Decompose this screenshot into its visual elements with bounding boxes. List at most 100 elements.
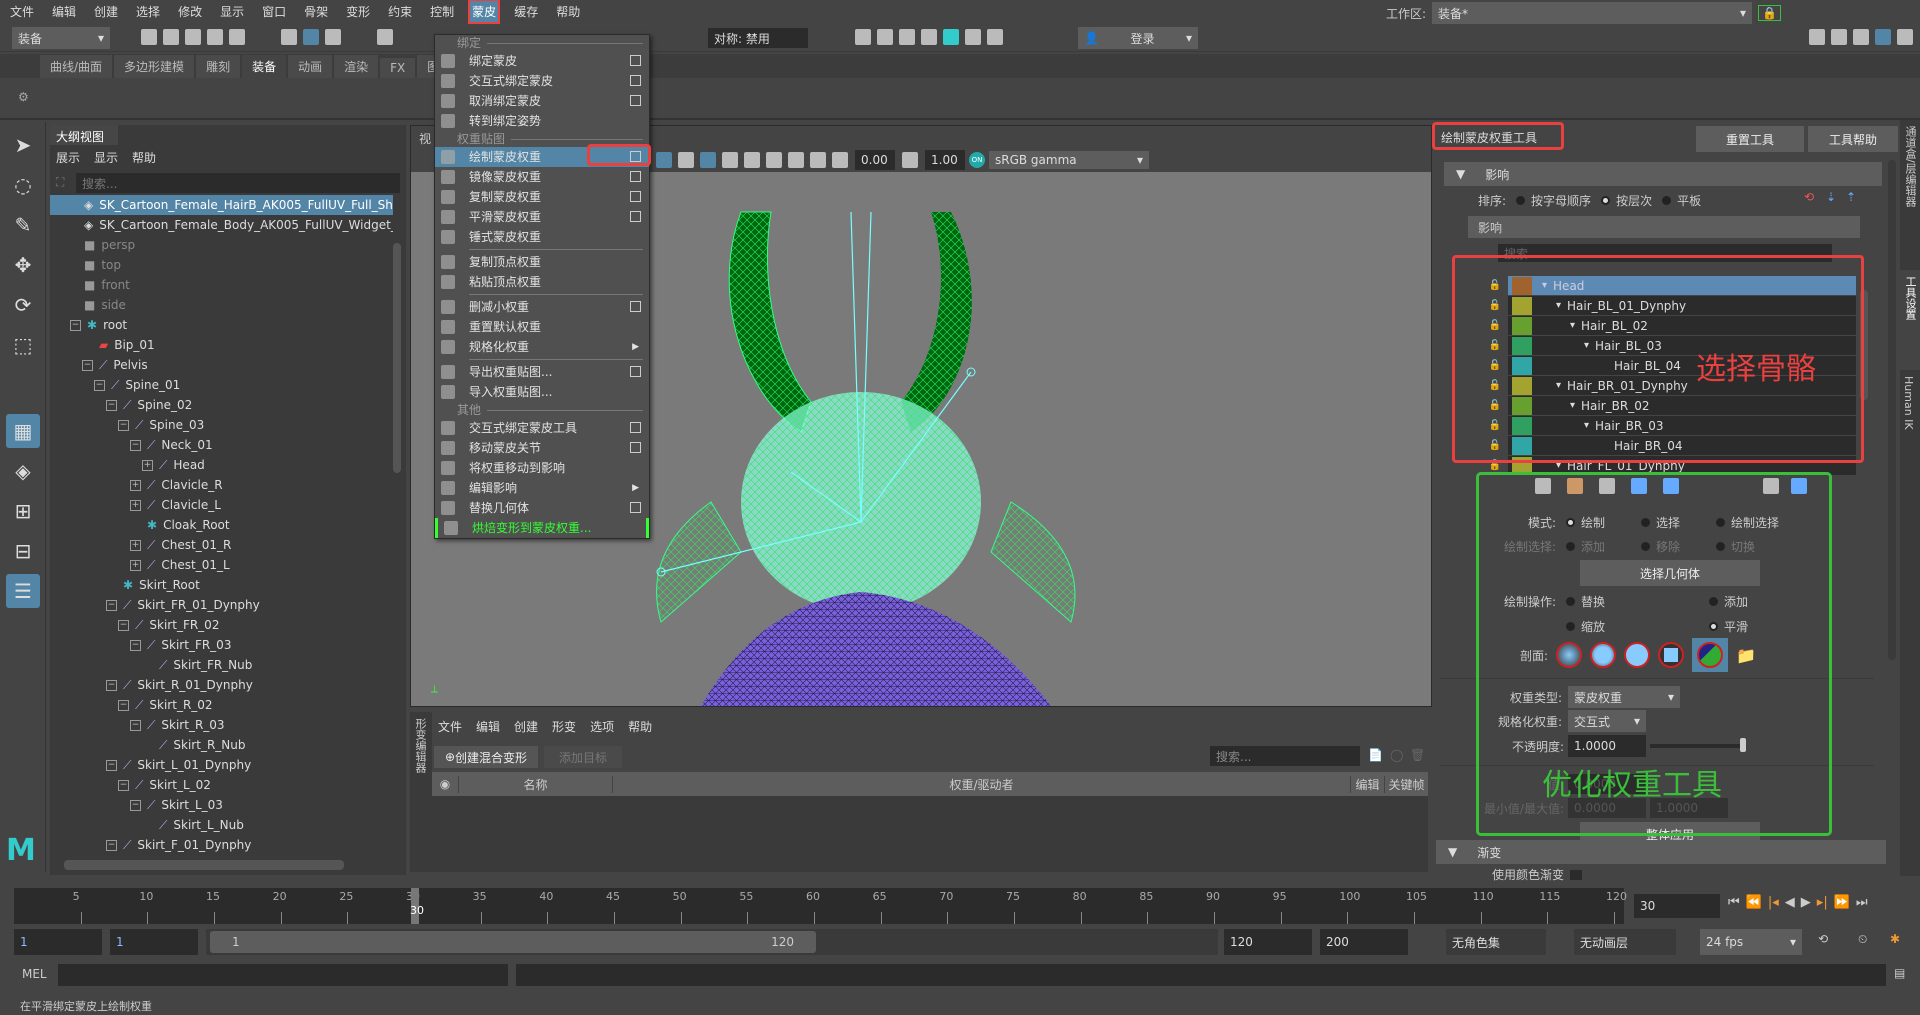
delete-icon[interactable]: 🗑 — [1410, 748, 1425, 762]
outliner-item[interactable]: − ⟋ Spine_03 — [50, 415, 393, 435]
outliner-item[interactable]: − ⟋ Skirt_F_01_Dynphy — [50, 835, 393, 855]
outliner-item[interactable]: ■ front — [50, 275, 393, 295]
add-target-button[interactable]: 添加目标 — [544, 746, 622, 768]
outliner-item[interactable]: − ✱ root — [50, 315, 393, 335]
column-weight-driver[interactable]: 权重/驱动者 — [612, 775, 1350, 793]
menu-item[interactable]: 交互式绑定蒙皮工具 — [435, 418, 649, 438]
start-time-field[interactable]: 1 — [14, 929, 102, 955]
outliner-item[interactable]: + ⟋ Chest_01_R — [50, 535, 393, 555]
tool-panel-scrollbar[interactable] — [1888, 160, 1896, 660]
anim-prefs-icon[interactable]: ✱ — [1890, 932, 1900, 946]
menu-item[interactable]: 复制顶点权重 — [435, 252, 649, 272]
step-back-key-icon[interactable]: |◂ — [1768, 895, 1779, 910]
right-tab[interactable]: 工具设置 — [1900, 270, 1920, 370]
option-box-icon[interactable] — [630, 366, 641, 377]
column-name[interactable]: 名称 — [458, 775, 612, 793]
shape-editor-search-input[interactable]: 搜索... — [1210, 746, 1360, 766]
tool-settings-icon[interactable] — [1875, 29, 1891, 45]
right-tab[interactable]: Human IK — [1900, 370, 1917, 470]
outliner-layout-icon[interactable]: ☰ — [6, 574, 40, 608]
menu-item[interactable]: 替换几何体 — [435, 498, 649, 518]
outliner-item[interactable]: ◈ SK_Cartoon_Female_HairB_AK005_FullUV_Fu… — [50, 195, 393, 215]
playback-start-field[interactable]: 1 — [110, 929, 198, 955]
right-tab[interactable]: 通道盒/层编辑器 — [1900, 120, 1920, 270]
expand-toggle-icon[interactable]: + — [130, 479, 141, 491]
render-settings-icon[interactable] — [921, 29, 937, 45]
outliner-item[interactable]: − ⟋ Skirt_L_02 — [50, 775, 393, 795]
outliner-item[interactable]: − ⟋ Spine_02 — [50, 395, 393, 415]
menu-item[interactable]: 绑定蒙皮 — [435, 51, 649, 71]
render-icon[interactable] — [855, 29, 871, 45]
option-box-icon[interactable] — [630, 55, 641, 66]
save-scene-icon[interactable] — [185, 29, 201, 45]
outliner-item[interactable]: + ⟋ Chest_01_L — [50, 555, 393, 575]
menu-item[interactable]: 烘焙变形到蒙皮权重... — [435, 518, 649, 538]
use-color-ramp-checkbox[interactable] — [1570, 869, 1583, 880]
outliner-item[interactable]: − ⟋ Skirt_FR_01_Dynphy — [50, 595, 393, 615]
render-sequence-icon[interactable] — [877, 29, 893, 45]
select-hierarchy-icon[interactable] — [281, 29, 297, 45]
viewport-menu-view[interactable]: 视 — [419, 130, 431, 147]
outliner-item[interactable]: − ⟋ Neck_01 — [50, 435, 393, 455]
rotate-tool-icon[interactable]: ⟳ — [6, 288, 40, 322]
snap-grid-icon[interactable] — [377, 29, 393, 45]
expand-toggle-icon[interactable]: + — [130, 559, 141, 571]
menu-0[interactable]: 文件 — [8, 1, 36, 22]
range-bar[interactable]: 1 120 — [210, 931, 816, 953]
lasso-tool-icon[interactable]: ◌ — [6, 168, 40, 202]
outliner-item[interactable]: ✱ Cloak_Root — [50, 515, 393, 535]
time-ruler[interactable]: 5 10 15 20 25 30 35 40 45 50 55 60 65 70 75 80 85 90 95 100… — [14, 888, 1627, 924]
expand-toggle-icon[interactable]: − — [130, 799, 141, 811]
lights-icon[interactable] — [744, 152, 760, 168]
playback-end-field[interactable]: 120 — [1224, 929, 1312, 955]
shape-editor-menu-item[interactable]: 创建 — [514, 718, 538, 735]
expand-toggle-icon[interactable]: + — [130, 499, 141, 511]
menu-item[interactable]: 导入权重贴图... — [435, 382, 649, 402]
expand-toggle-icon[interactable]: − — [106, 679, 117, 691]
lock-icon[interactable]: 🔒 — [1758, 5, 1781, 21]
option-box-icon[interactable] — [630, 301, 641, 312]
sort-flat-radio[interactable] — [1662, 196, 1672, 205]
menu-item[interactable]: 导出权重贴图... — [435, 362, 649, 382]
filter-icon[interactable]: ⛶ — [56, 175, 64, 190]
outliner-scrollbar[interactable] — [393, 243, 401, 473]
color-space-dropdown[interactable]: sRGB gamma ▾ — [989, 151, 1149, 169]
play-forward-icon[interactable]: ▶ — [1801, 895, 1811, 910]
outliner-item[interactable]: − ⟋ Skirt_FR_02 — [50, 615, 393, 635]
shelf-tab[interactable]: 曲线/曲面 — [40, 55, 113, 78]
menu-item[interactable]: 平滑蒙皮权重 — [435, 207, 649, 227]
fps-dropdown[interactable]: 24 fps ▾ — [1700, 929, 1802, 955]
shelf-tab[interactable]: 渲染 — [334, 55, 379, 78]
loop-icon[interactable]: ⟲ — [1818, 932, 1828, 946]
outliner-item[interactable]: ⟋ Skirt_R_Nub — [50, 735, 393, 755]
color-management-toggle-icon[interactable]: ON — [969, 152, 985, 168]
shelf-tab[interactable]: 雕刻 — [196, 55, 241, 78]
sort-alpha-radio[interactable] — [1516, 196, 1526, 205]
scale-tool-icon[interactable]: ⬚ — [6, 328, 40, 362]
four-view-icon[interactable]: ⊞ — [6, 494, 40, 528]
menu-4[interactable]: 修改 — [176, 1, 204, 22]
exposure-icon[interactable] — [832, 152, 848, 168]
go-to-end-icon[interactable]: ⏭ — [1856, 895, 1868, 910]
menu-3[interactable]: 选择 — [134, 1, 162, 22]
menu-6[interactable]: 窗口 — [260, 1, 288, 22]
wireframe-on-shaded-icon[interactable] — [700, 152, 716, 168]
menu-item[interactable]: 交互式绑定蒙皮 — [435, 71, 649, 91]
isolate-icon[interactable] — [810, 152, 826, 168]
menu-item[interactable]: 编辑影响 ▶ — [435, 478, 649, 498]
workspace-selector[interactable]: 工作区: 装备* ▾ 🔒 — [1386, 2, 1781, 24]
column-key[interactable]: 关键帧 — [1384, 775, 1428, 793]
undo-icon[interactable] — [207, 29, 223, 45]
menu-item[interactable]: 粘贴顶点权重 — [435, 272, 649, 292]
outliner-item[interactable]: − ⟋ Skirt_L_03 — [50, 795, 393, 815]
outliner-item[interactable]: ■ side — [50, 295, 393, 315]
pause-icon[interactable] — [987, 29, 1003, 45]
mel-label[interactable]: MEL — [22, 967, 47, 981]
expand-toggle-icon[interactable]: − — [118, 779, 129, 791]
outliner-item[interactable]: − ⟋ Skirt_R_01_Dynphy — [50, 675, 393, 695]
menu-item[interactable]: 删减小权重 — [435, 297, 649, 317]
outliner-item[interactable]: − ⟋ Skirt_R_02 — [50, 695, 393, 715]
paint-select-tool-icon[interactable]: ✎ — [6, 208, 40, 242]
expand-toggle-icon[interactable]: + — [130, 539, 141, 551]
menu-item[interactable]: 重置默认权重 — [435, 317, 649, 337]
